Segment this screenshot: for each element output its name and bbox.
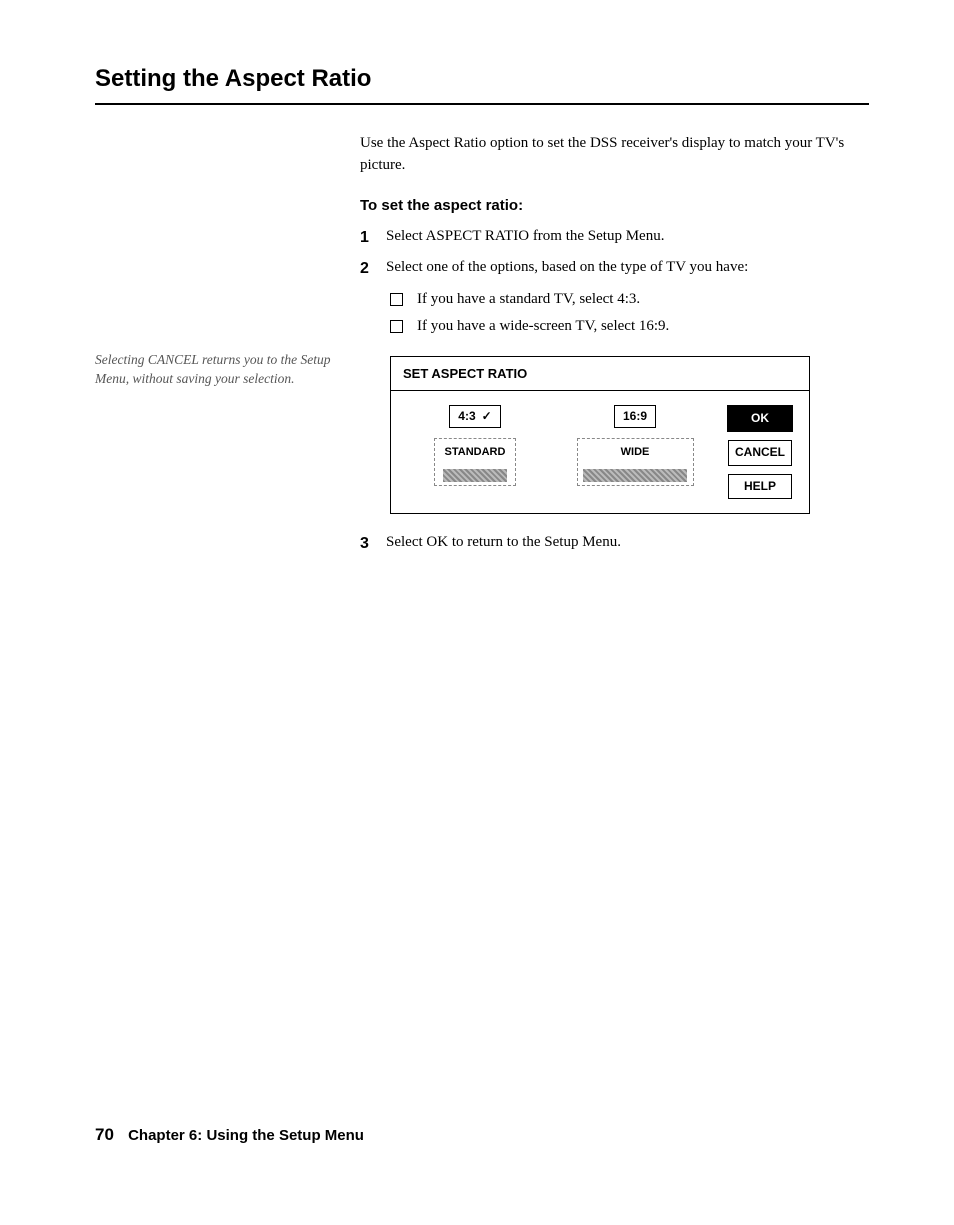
intro-paragraph: Use the Aspect Ratio option to set the D… [360,133,869,177]
chapter-label: Chapter 6: Using the Setup Menu [128,1127,364,1144]
checkbox-icon [390,320,403,333]
bullet-text: If you have a standard TV, select 4:3. [417,289,869,311]
page-number: 70 [95,1125,114,1144]
help-button[interactable]: HELP [728,474,792,499]
bullet-text: If you have a wide-screen TV, select 16:… [417,316,869,338]
step-number: 2 [360,257,386,280]
aspect-169-button[interactable]: 16:9 [614,405,656,428]
tv-label: STANDARD [445,445,506,461]
page-footer: 70 Chapter 6: Using the Setup Menu [95,1125,364,1145]
checkbox-icon [390,293,403,306]
title-rule [95,103,869,105]
option-label: 16:9 [623,408,647,425]
option-43-column: 4:3 ✓ STANDARD [395,405,555,486]
step-text: Select ASPECT RATIO from the Setup Menu. [386,226,869,249]
tv-label: WIDE [621,445,650,461]
step-text: Select OK to return to the Setup Menu. [386,532,869,555]
step-1: 1 Select ASPECT RATIO from the Setup Men… [360,226,869,249]
step-number: 1 [360,226,386,249]
procedure-heading: To set the aspect ratio: [360,195,869,217]
tv-screen-graphic [583,469,687,482]
page-title: Setting the Aspect Ratio [95,65,869,97]
side-note: Selecting CANCEL returns you to the Setu… [95,351,345,389]
step-2: 2 Select one of the options, based on th… [360,257,869,280]
wide-tv-graphic: WIDE [577,438,694,486]
option-label: 4:3 [458,408,475,425]
check-icon: ✓ [482,408,492,425]
standard-tv-graphic: STANDARD [434,438,516,486]
bullet-item: If you have a standard TV, select 4:3. [390,289,869,311]
dialog-title: SET ASPECT RATIO [391,357,809,391]
cancel-button[interactable]: CANCEL [728,440,792,465]
bullet-item: If you have a wide-screen TV, select 16:… [390,316,869,338]
step-text: Select one of the options, based on the … [386,257,869,280]
step-number: 3 [360,532,386,555]
tv-screen-graphic [443,469,507,482]
ok-button[interactable]: OK [727,405,793,432]
set-aspect-ratio-dialog: SET ASPECT RATIO 4:3 ✓ STANDARD [390,356,810,514]
aspect-43-button[interactable]: 4:3 ✓ [449,405,500,428]
option-169-column: 16:9 WIDE [555,405,715,486]
step-3: 3 Select OK to return to the Setup Menu. [360,532,869,555]
